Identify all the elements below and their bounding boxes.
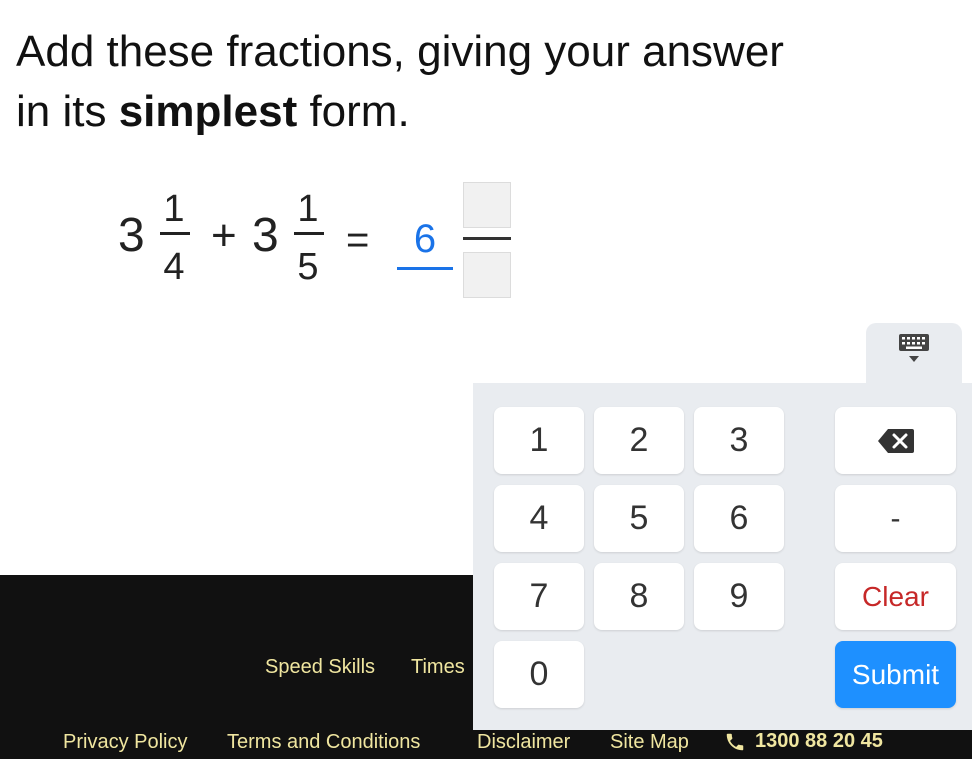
- equals-sign: =: [346, 218, 370, 262]
- footer-link-speed-skills[interactable]: Speed Skills: [265, 656, 375, 679]
- number-keypad: 1 2 3 4 5 6 - 7 8 9 Clear 0 Submit: [473, 383, 972, 730]
- plus-sign: +: [211, 211, 237, 260]
- key-7[interactable]: 7: [494, 563, 584, 630]
- key-4[interactable]: 4: [494, 485, 584, 552]
- term2-fraction-bar: [294, 232, 324, 235]
- keyboard-icon: [899, 334, 929, 362]
- footer-link-disclaimer[interactable]: Disclaimer: [477, 731, 570, 754]
- footer-link-times[interactable]: Times: [411, 656, 465, 679]
- backspace-icon: [877, 428, 914, 453]
- key-6[interactable]: 6: [694, 485, 784, 552]
- term2-denominator: 5: [297, 246, 319, 288]
- term2-numerator: 1: [297, 188, 319, 230]
- minus-button[interactable]: -: [835, 485, 956, 552]
- clear-button[interactable]: Clear: [835, 563, 956, 630]
- submit-button[interactable]: Submit: [835, 641, 956, 708]
- answer-fraction-bar: [463, 237, 511, 240]
- key-5[interactable]: 5: [594, 485, 684, 552]
- phone-number[interactable]: 1300 88 20 45: [755, 730, 883, 753]
- answer-whole-input[interactable]: 6: [397, 210, 453, 270]
- term1-whole: 3: [118, 209, 145, 262]
- term2-whole: 3: [252, 209, 279, 262]
- answer-numerator-input[interactable]: [463, 182, 511, 228]
- key-1[interactable]: 1: [494, 407, 584, 474]
- key-3[interactable]: 3: [694, 407, 784, 474]
- footer-link-privacy-policy[interactable]: Privacy Policy: [63, 731, 187, 754]
- key-0[interactable]: 0: [494, 641, 584, 708]
- key-8[interactable]: 8: [594, 563, 684, 630]
- key-9[interactable]: 9: [694, 563, 784, 630]
- term1-fraction-bar: [160, 232, 190, 235]
- answer-denominator-input[interactable]: [463, 252, 511, 298]
- phone-icon: [726, 733, 744, 751]
- keyboard-toggle-button[interactable]: [866, 323, 962, 385]
- backspace-button[interactable]: [835, 407, 956, 474]
- footer-link-terms[interactable]: Terms and Conditions: [227, 731, 420, 754]
- term1-denominator: 4: [163, 246, 185, 288]
- key-2[interactable]: 2: [594, 407, 684, 474]
- term1-numerator: 1: [163, 188, 185, 230]
- equation: 3 1 4 + 3 1 5 = 6: [0, 0, 972, 320]
- footer-link-site-map[interactable]: Site Map: [610, 731, 689, 754]
